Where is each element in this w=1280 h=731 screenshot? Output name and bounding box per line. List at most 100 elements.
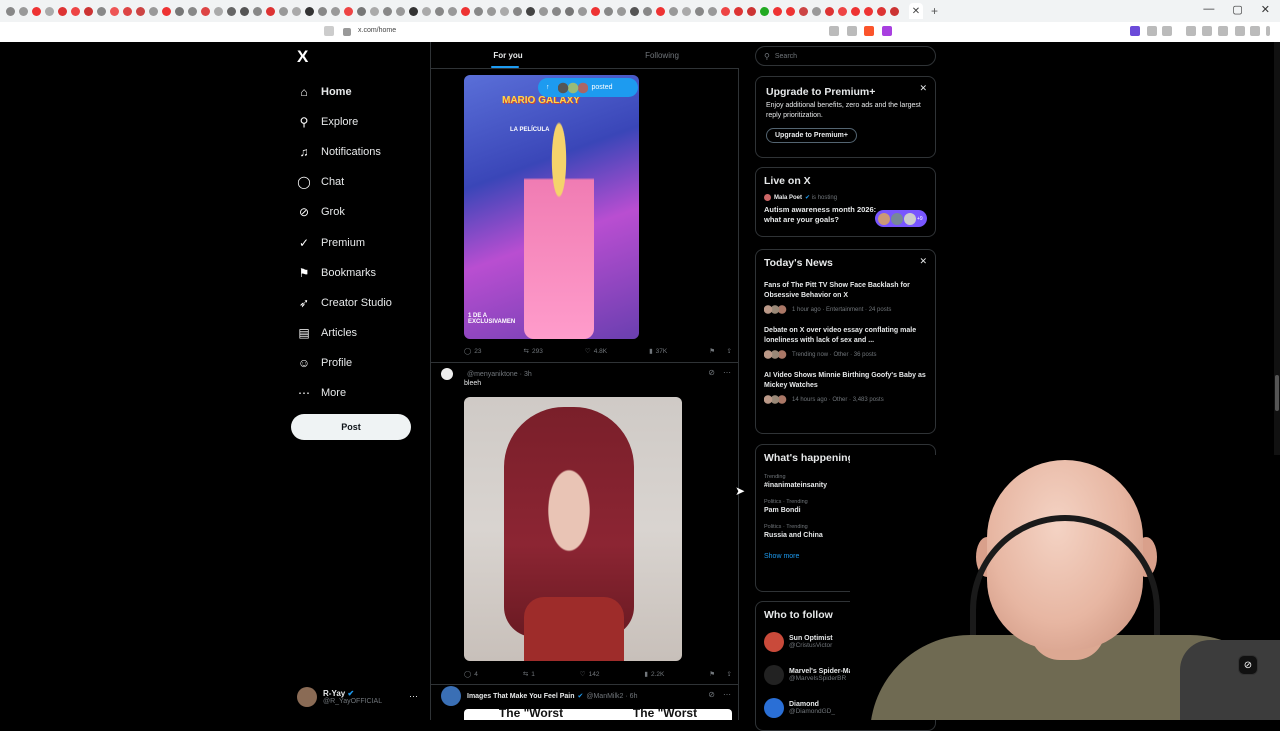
extension-icon[interactable] (1130, 26, 1140, 36)
browser-tab[interactable] (19, 6, 28, 16)
browser-tab[interactable] (461, 6, 470, 16)
bookmark-page-icon[interactable] (324, 26, 334, 36)
tab-following[interactable]: Following (585, 42, 739, 68)
browser-tab[interactable] (500, 6, 509, 16)
close-icon[interactable]: ✕ (919, 83, 927, 94)
sidebar-item-bookmarks[interactable]: ⚑ Bookmarks (297, 258, 392, 288)
screen-cast-icon[interactable] (829, 26, 839, 36)
brave-rewards-icon[interactable] (882, 26, 892, 36)
browser-tab[interactable] (227, 6, 236, 16)
account-switcher[interactable]: R-Yay ✔ @R_YayOFFICIAL ⋯ (297, 685, 422, 709)
sidebar-toggle-icon[interactable] (1202, 26, 1212, 36)
space-title[interactable]: Autism awareness month 2026: what are yo… (764, 205, 879, 225)
news-item[interactable]: AI Video Shows Minnie Birthing Goofy's B… (764, 371, 927, 404)
close-icon[interactable]: ✕ (919, 256, 927, 267)
browser-tab[interactable] (669, 6, 678, 16)
browser-tab[interactable] (682, 6, 691, 16)
browser-tab[interactable] (344, 6, 353, 16)
browser-tab[interactable] (396, 6, 405, 16)
browser-tab[interactable] (201, 6, 210, 16)
browser-tab[interactable] (487, 6, 496, 16)
reply-button[interactable]: ◯ 23 (464, 345, 482, 357)
browser-tab[interactable] (630, 6, 639, 16)
extensions-menu-icon[interactable] (1235, 26, 1245, 36)
browser-tab[interactable] (786, 6, 795, 16)
post-media-image[interactable]: MARIO GALAXY LA PELÍCULA 1 DE A EXCLUSIV… (464, 75, 639, 339)
browser-tab[interactable] (292, 6, 301, 16)
browser-tab[interactable] (656, 6, 665, 16)
sidebar-item-home[interactable]: ⌂ Home (297, 77, 392, 107)
tweet-time[interactable]: 6h (630, 693, 638, 700)
new-posts-pill[interactable]: ↑ posted (538, 78, 638, 97)
like-button[interactable]: ♡ 142 (580, 668, 600, 680)
browser-tab[interactable] (279, 6, 288, 16)
post-button[interactable]: Post (291, 414, 411, 440)
avatar[interactable] (441, 368, 453, 380)
sidebar-item-more[interactable]: ⋯ More (297, 378, 392, 408)
extension-icon[interactable] (1147, 26, 1157, 36)
browser-tab[interactable] (318, 6, 327, 16)
profile-icon[interactable] (1250, 26, 1260, 36)
sidebar-item-explore[interactable]: ⚲ Explore (297, 107, 392, 137)
browser-tab[interactable] (188, 6, 197, 16)
author-name[interactable]: Images That Make You Feel Pain (467, 693, 575, 700)
browser-tab[interactable] (123, 6, 132, 16)
browser-tab[interactable] (773, 6, 782, 16)
browser-tab[interactable] (409, 6, 418, 16)
browser-tab[interactable] (526, 6, 535, 16)
more-options-icon[interactable]: ⋯ (409, 691, 418, 702)
more-options-icon[interactable]: ⋯ (723, 690, 731, 699)
browser-tab[interactable] (357, 6, 366, 16)
search-input[interactable]: ⚲ Search (755, 46, 936, 66)
author-handle[interactable]: @menyaniktone (467, 371, 518, 378)
browser-tab[interactable] (435, 6, 444, 16)
browser-tab[interactable] (71, 6, 80, 16)
repost-button[interactable]: ⇆ 1 (523, 668, 535, 680)
browser-tab[interactable] (84, 6, 93, 16)
site-info-icon[interactable] (343, 28, 351, 36)
brave-shield-icon[interactable] (864, 26, 874, 36)
browser-tab[interactable] (214, 6, 223, 16)
share-icon[interactable] (847, 26, 857, 36)
browser-tab[interactable] (58, 6, 67, 16)
browser-tab[interactable] (97, 6, 106, 16)
active-tab-close-icon[interactable]: ✕ (909, 3, 923, 19)
news-item[interactable]: Debate on X over video essay conflating … (764, 326, 927, 359)
sidebar-item-articles[interactable]: ▤ Articles (297, 318, 392, 348)
browser-tab[interactable] (734, 6, 743, 16)
news-item[interactable]: Fans of The Pitt TV Show Face Backlash f… (764, 281, 927, 314)
browser-tab[interactable] (838, 6, 847, 16)
close-window-icon[interactable]: ✕ (1261, 3, 1270, 16)
browser-tab[interactable] (162, 6, 171, 16)
browser-tab[interactable] (695, 6, 704, 16)
browser-tab[interactable] (565, 6, 574, 16)
browser-tab[interactable] (604, 6, 613, 16)
browser-tab[interactable] (240, 6, 249, 16)
avatar[interactable] (441, 686, 461, 706)
repost-button[interactable]: ⇆ 293 (524, 345, 543, 357)
browser-tab[interactable] (422, 6, 431, 16)
sidebar-item-notifications[interactable]: ♫ Notifications (297, 137, 392, 167)
maximize-icon[interactable]: ▢ (1232, 3, 1242, 16)
tweet-time[interactable]: 3h (524, 371, 532, 378)
scrollbar-thumb[interactable] (1275, 375, 1279, 411)
browser-tab[interactable] (890, 6, 899, 16)
share-icon[interactable]: ⇪ (727, 347, 732, 355)
grok-icon[interactable]: ⊘ (708, 690, 715, 699)
author-handle[interactable]: @ManMilk2 (586, 693, 623, 700)
sidebar-item-creator-studio[interactable]: ➶ Creator Studio (297, 288, 392, 318)
browser-tab[interactable] (110, 6, 119, 16)
browser-tab[interactable] (578, 6, 587, 16)
browser-tab[interactable] (448, 6, 457, 16)
browser-tab[interactable] (747, 6, 756, 16)
browser-tab[interactable] (721, 6, 730, 16)
browser-tab[interactable] (799, 6, 808, 16)
browser-tab[interactable] (812, 6, 821, 16)
browser-tab[interactable] (617, 6, 626, 16)
browser-tab[interactable] (851, 6, 860, 16)
browser-tab[interactable] (149, 6, 158, 16)
tab-for-you[interactable]: For you (431, 42, 585, 68)
browser-menu-icon[interactable] (1266, 26, 1270, 36)
browser-tab[interactable] (643, 6, 652, 16)
browser-tab[interactable] (474, 6, 483, 16)
